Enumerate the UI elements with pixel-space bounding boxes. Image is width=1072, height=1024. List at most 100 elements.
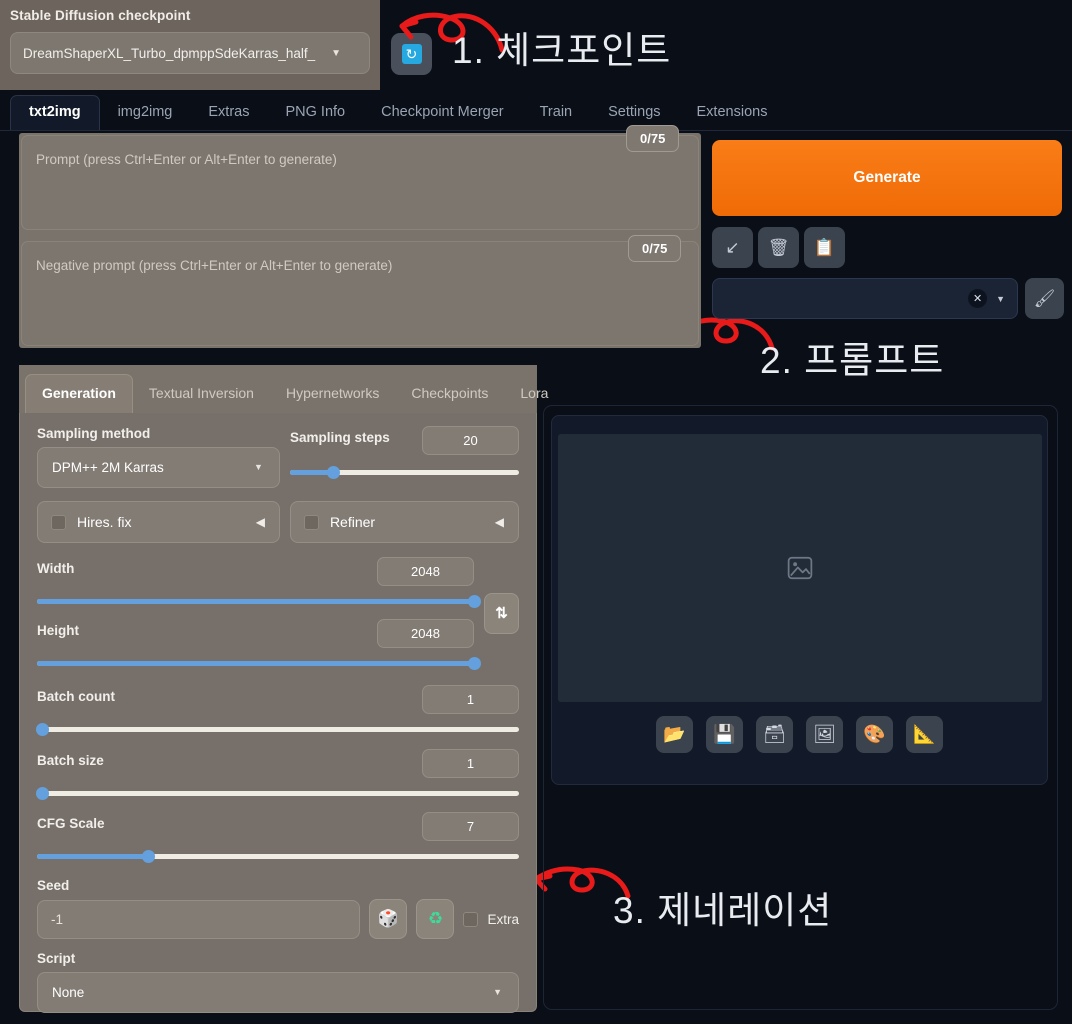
- clipboard-icon: 📋: [813, 237, 836, 257]
- checkpoint-label: Stable Diffusion checkpoint: [10, 8, 191, 23]
- generation-panel: Sampling method DPM++ 2M Karras ▼ Sampli…: [19, 413, 537, 1013]
- send-to-inpaint-button[interactable]: 🎨: [856, 716, 893, 753]
- tab-img2img[interactable]: img2img: [100, 96, 191, 130]
- width-slider[interactable]: [37, 595, 481, 608]
- clear-prompt-button[interactable]: 🗑: [758, 227, 799, 268]
- slider-knob[interactable]: [35, 723, 49, 736]
- prompt-input[interactable]: Prompt (press Ctrl+Enter or Alt+Enter to…: [21, 135, 699, 230]
- hires-fix-accordion[interactable]: Hires. fix ◀: [37, 501, 280, 543]
- open-folder-button[interactable]: 📂: [656, 716, 693, 753]
- batch-size-label: Batch size: [37, 753, 104, 768]
- refresh-checkpoint-button[interactable]: ↻: [391, 33, 432, 75]
- recycle-icon: ♻: [427, 909, 444, 928]
- slider-knob[interactable]: [141, 850, 155, 863]
- send-to-img2img-button[interactable]: 🖼: [806, 716, 843, 753]
- annotation-label-1: 1. 체크포인트: [452, 30, 672, 71]
- open-folder-icon: 📂: [663, 724, 686, 744]
- restore-progress-button[interactable]: ↙: [712, 227, 753, 268]
- preview-panel: 📂 💾 🗃 🖼 🎨 📐: [551, 415, 1048, 785]
- sampling-steps-label: Sampling steps: [289, 430, 390, 445]
- chevron-down-icon: ▼: [254, 462, 263, 472]
- tab-lora[interactable]: Lora: [504, 375, 564, 413]
- cfg-scale-slider[interactable]: [37, 850, 519, 863]
- image-preview-area[interactable]: [558, 434, 1042, 702]
- batch-count-slider[interactable]: [35, 723, 519, 736]
- reuse-seed-button[interactable]: ♻: [416, 899, 455, 939]
- extra-seed-label: Extra: [487, 911, 519, 927]
- apply-style-button[interactable]: 📋: [804, 227, 845, 268]
- negative-prompt-input[interactable]: Negative prompt (press Ctrl+Enter or Alt…: [21, 241, 699, 346]
- edit-styles-button[interactable]: 🖌: [1025, 278, 1064, 319]
- main-tab-bar: txt2img img2img Extras PNG Info Checkpoi…: [0, 92, 1072, 131]
- hires-fix-checkbox[interactable]: [51, 514, 66, 530]
- slider-knob[interactable]: [468, 595, 481, 608]
- arrow-down-left-icon: ↙: [725, 237, 740, 257]
- swap-dimensions-button[interactable]: ⇅: [484, 592, 519, 634]
- sampling-steps-value[interactable]: 20: [422, 426, 519, 455]
- extra-seed-checkbox[interactable]: [463, 911, 479, 927]
- trash-icon: 🗑: [767, 237, 790, 257]
- send-to-extras-icon: 📐: [913, 724, 936, 744]
- slider-knob[interactable]: [327, 466, 341, 479]
- refiner-accordion[interactable]: Refiner ◀: [289, 501, 519, 543]
- annotation-label-2: 2. 프롬프트: [760, 340, 945, 381]
- prompt-region: Prompt (press Ctrl+Enter or Alt+Enter to…: [19, 133, 701, 348]
- styles-dropdown[interactable]: ✕ ▼: [712, 278, 1018, 319]
- cfg-scale-label: CFG Scale: [37, 816, 105, 831]
- tab-hypernetworks[interactable]: Hypernetworks: [270, 375, 395, 413]
- dice-icon: 🎲: [377, 909, 400, 928]
- tab-txt2img[interactable]: txt2img: [10, 95, 100, 130]
- swap-arrows-icon: ⇅: [495, 605, 508, 622]
- checkpoint-dropdown[interactable]: DreamShaperXL_Turbo_dpmppSdeKarras_half_…: [10, 32, 370, 74]
- hires-fix-label: Hires. fix: [77, 514, 132, 530]
- zip-button[interactable]: 🗃: [756, 716, 793, 753]
- tab-train[interactable]: Train: [522, 96, 591, 130]
- chevron-down-icon: ▼: [493, 987, 502, 997]
- script-value: None: [52, 985, 85, 1000]
- send-to-img2img-icon: 🖼: [813, 724, 836, 744]
- cfg-scale-value[interactable]: 7: [422, 812, 519, 841]
- sampling-steps-slider[interactable]: [289, 466, 519, 479]
- width-label: Width: [37, 561, 75, 576]
- script-label: Script: [37, 951, 76, 966]
- tab-checkpoint-merger[interactable]: Checkpoint Merger: [363, 96, 522, 130]
- preview-toolbar: 📂 💾 🗃 🖼 🎨 📐: [552, 716, 1047, 753]
- send-to-inpaint-icon: 🎨: [863, 724, 886, 744]
- height-value[interactable]: 2048: [377, 619, 474, 648]
- annotation-label-3: 3. 제네레이션: [613, 890, 833, 931]
- script-select[interactable]: None ▼: [37, 972, 519, 1013]
- batch-count-value[interactable]: 1: [422, 685, 519, 714]
- tab-generation[interactable]: Generation: [25, 374, 133, 413]
- width-value[interactable]: 2048: [377, 557, 474, 586]
- generation-tab-bar: Generation Textual Inversion Hypernetwor…: [19, 365, 548, 413]
- save-button[interactable]: 💾: [706, 716, 743, 753]
- paintbrush-icon: 🖌: [1033, 288, 1056, 308]
- image-placeholder-icon: [787, 556, 813, 580]
- seed-label: Seed: [37, 878, 70, 893]
- sampling-method-value: DPM++ 2M Karras: [52, 460, 164, 475]
- batch-count-label: Batch count: [37, 689, 116, 704]
- save-icon: 💾: [713, 724, 736, 744]
- slider-knob[interactable]: [35, 787, 49, 800]
- batch-size-value[interactable]: 1: [422, 749, 519, 778]
- sampling-method-select[interactable]: DPM++ 2M Karras ▼: [37, 447, 280, 488]
- slider-knob[interactable]: [468, 657, 481, 670]
- refiner-label: Refiner: [329, 514, 376, 530]
- seed-input[interactable]: -1: [37, 899, 361, 939]
- negative-prompt-token-counter: 0/75: [628, 235, 682, 262]
- random-seed-button[interactable]: 🎲: [369, 899, 408, 939]
- generate-button[interactable]: Generate: [712, 140, 1062, 216]
- refiner-checkbox[interactable]: [303, 514, 319, 530]
- zip-archive-icon: 🗃: [763, 724, 786, 744]
- close-icon[interactable]: ✕: [968, 289, 988, 308]
- slider-fill: [37, 854, 148, 859]
- tab-extensions[interactable]: Extensions: [679, 96, 786, 130]
- tab-png-info[interactable]: PNG Info: [267, 96, 363, 130]
- send-to-extras-button[interactable]: 📐: [906, 716, 943, 753]
- batch-size-slider[interactable]: [35, 787, 519, 800]
- tab-checkpoints[interactable]: Checkpoints: [395, 375, 504, 413]
- checkpoint-value: DreamShaperXL_Turbo_dpmppSdeKarras_half_: [23, 45, 316, 61]
- tab-extras[interactable]: Extras: [190, 96, 267, 130]
- height-slider[interactable]: [37, 657, 481, 670]
- tab-textual-inversion[interactable]: Textual Inversion: [133, 375, 270, 413]
